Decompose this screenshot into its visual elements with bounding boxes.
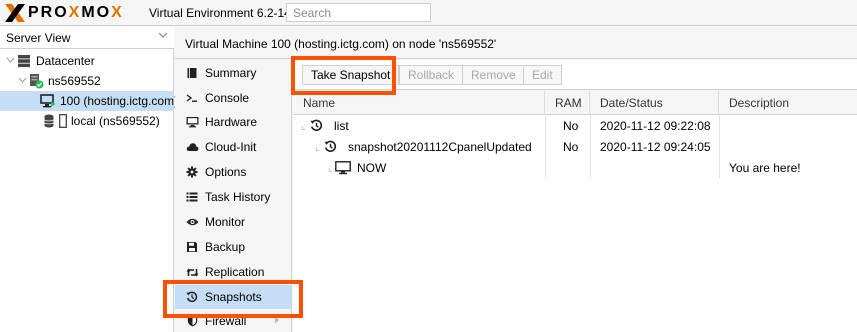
menu-item-console[interactable]: Console — [175, 86, 292, 110]
proxmox-logo[interactable]: PROXMOX — [4, 3, 124, 23]
view-select[interactable]: Server View — [0, 27, 174, 49]
snapshot-toolbar: Take Snapshot Rollback Remove Edit — [293, 60, 857, 90]
menu-item-label: Cloud-Init — [205, 140, 257, 154]
snapshot-date: 2020-11-12 09:22:08 — [600, 119, 711, 133]
search-input[interactable] — [286, 3, 431, 22]
table-row[interactable]: ⌞ snapshot20201112CpanelUpdated No 2020-… — [293, 137, 857, 158]
column-header-name[interactable]: Name — [293, 91, 545, 115]
node-online-icon — [28, 74, 44, 89]
snapshot-grid: Name RAM Date/Status Description ⌞ list … — [293, 91, 857, 332]
server-stack-icon — [16, 54, 32, 68]
menu-item-label: Snapshots — [205, 290, 262, 304]
vm-side-menu: Summary Console Hardware Cloud-Init Opti… — [175, 60, 292, 332]
menu-item-task-history[interactable]: Task History — [175, 185, 292, 209]
expand-toggle-icon[interactable] — [4, 56, 16, 67]
cloud-icon — [185, 140, 199, 154]
expand-toggle-icon[interactable] — [16, 76, 28, 87]
menu-item-label: Backup — [205, 240, 246, 254]
menu-item-label: Replication — [205, 265, 265, 279]
menu-item-snapshots[interactable]: Snapshots — [175, 285, 292, 309]
view-select-value: Server View — [6, 31, 71, 45]
desktop-icon — [335, 161, 351, 177]
snapshot-name: snapshot20201112CpanelUpdated — [348, 140, 532, 154]
column-header-date[interactable]: Date/Status — [590, 91, 719, 115]
menu-item-replication[interactable]: Replication — [175, 260, 292, 284]
menu-item-label: Console — [205, 91, 250, 105]
tree-connector: ⌞ — [315, 142, 320, 153]
tree-item-storage-local[interactable]: local (ns569552) — [0, 111, 174, 131]
storage-box-icon — [58, 114, 68, 128]
list-icon — [185, 190, 199, 204]
content-header: Virtual Machine 100 (hosting.ictg.com) o… — [175, 27, 857, 59]
floppy-icon — [185, 240, 199, 254]
retweet-icon — [185, 265, 199, 279]
column-header-ram[interactable]: RAM — [545, 91, 590, 115]
vm-running-icon — [40, 94, 56, 108]
menu-item-summary[interactable]: Summary — [175, 61, 292, 85]
menu-item-backup[interactable]: Backup — [175, 235, 292, 259]
remove-button[interactable]: Remove — [462, 65, 525, 85]
column-divider — [719, 115, 720, 179]
chevron-right-icon — [274, 316, 280, 326]
menu-item-label: Task History — [205, 190, 271, 204]
terminal-icon — [185, 91, 199, 105]
table-row[interactable]: ⌞ list No 2020-11-12 09:22:08 — [293, 116, 857, 137]
snapshot-ram: No — [563, 140, 579, 154]
tree-item-label: local (ns569552) — [71, 114, 160, 128]
page-title: Virtual Machine 100 (hosting.ictg.com) o… — [185, 37, 497, 51]
column-header-description[interactable]: Description — [719, 91, 857, 115]
tree-item-label: Datacenter — [36, 54, 95, 68]
version-label: Virtual Environment 6.2-14 — [149, 6, 291, 20]
resource-tree: Datacenter ns569552 100 (hosting.ictg.co… — [0, 51, 178, 131]
menu-item-hardware[interactable]: Hardware — [175, 110, 292, 134]
column-divider — [545, 115, 546, 179]
proxmox-x-icon — [4, 3, 26, 23]
menu-item-label: Monitor — [205, 215, 246, 229]
resource-tree-panel: Server View Datacenter ns569552 100 (hos… — [0, 27, 178, 332]
tree-item-datacenter[interactable]: Datacenter — [0, 51, 174, 71]
column-divider — [590, 115, 591, 179]
menu-item-monitor[interactable]: Monitor — [175, 210, 292, 234]
top-bar: PROXMOX Virtual Environment 6.2-14 — [0, 0, 857, 26]
eye-icon — [185, 215, 199, 229]
menu-item-label: Firewall — [205, 314, 247, 328]
rollback-button[interactable]: Rollback — [399, 65, 464, 85]
snapshot-name: list — [334, 119, 349, 133]
tree-item-vm-100[interactable]: 100 (hosting.ictg.com) — [0, 91, 178, 111]
chevron-down-icon — [158, 30, 168, 43]
tree-item-node[interactable]: ns569552 — [0, 71, 174, 91]
grid-header: Name RAM Date/Status Description — [293, 91, 857, 115]
tree-item-label: 100 (hosting.ictg.com) — [60, 94, 179, 108]
menu-item-firewall[interactable]: Firewall — [175, 309, 292, 332]
snapshot-name: NOW — [357, 161, 387, 175]
snapshot-date: 2020-11-12 09:24:05 — [600, 140, 711, 154]
history-icon — [310, 118, 323, 134]
shield-icon — [185, 314, 199, 328]
menu-item-label: Options — [205, 165, 247, 179]
book-icon — [185, 66, 199, 80]
gear-icon — [185, 165, 199, 179]
history-icon — [324, 139, 337, 155]
snapshot-description: You are here! — [729, 161, 801, 175]
menu-item-options[interactable]: Options — [175, 160, 292, 184]
tree-item-label: ns569552 — [48, 74, 101, 88]
menu-item-label: Summary — [205, 66, 257, 80]
database-icon — [44, 114, 54, 128]
snapshot-ram: No — [563, 119, 579, 133]
desktop-icon — [185, 115, 199, 129]
history-icon — [185, 290, 199, 304]
menu-item-cloud-init[interactable]: Cloud-Init — [175, 135, 292, 159]
edit-button[interactable]: Edit — [523, 65, 562, 85]
proxmox-wordmark: PROXMOX — [28, 4, 124, 21]
table-row[interactable]: ⌞ NOW You are here! — [293, 158, 857, 179]
tree-connector: ⌞ — [301, 121, 306, 132]
take-snapshot-button[interactable]: Take Snapshot — [302, 65, 400, 85]
tree-connector: ⌞ — [328, 163, 333, 174]
menu-item-label: Hardware — [205, 115, 258, 129]
